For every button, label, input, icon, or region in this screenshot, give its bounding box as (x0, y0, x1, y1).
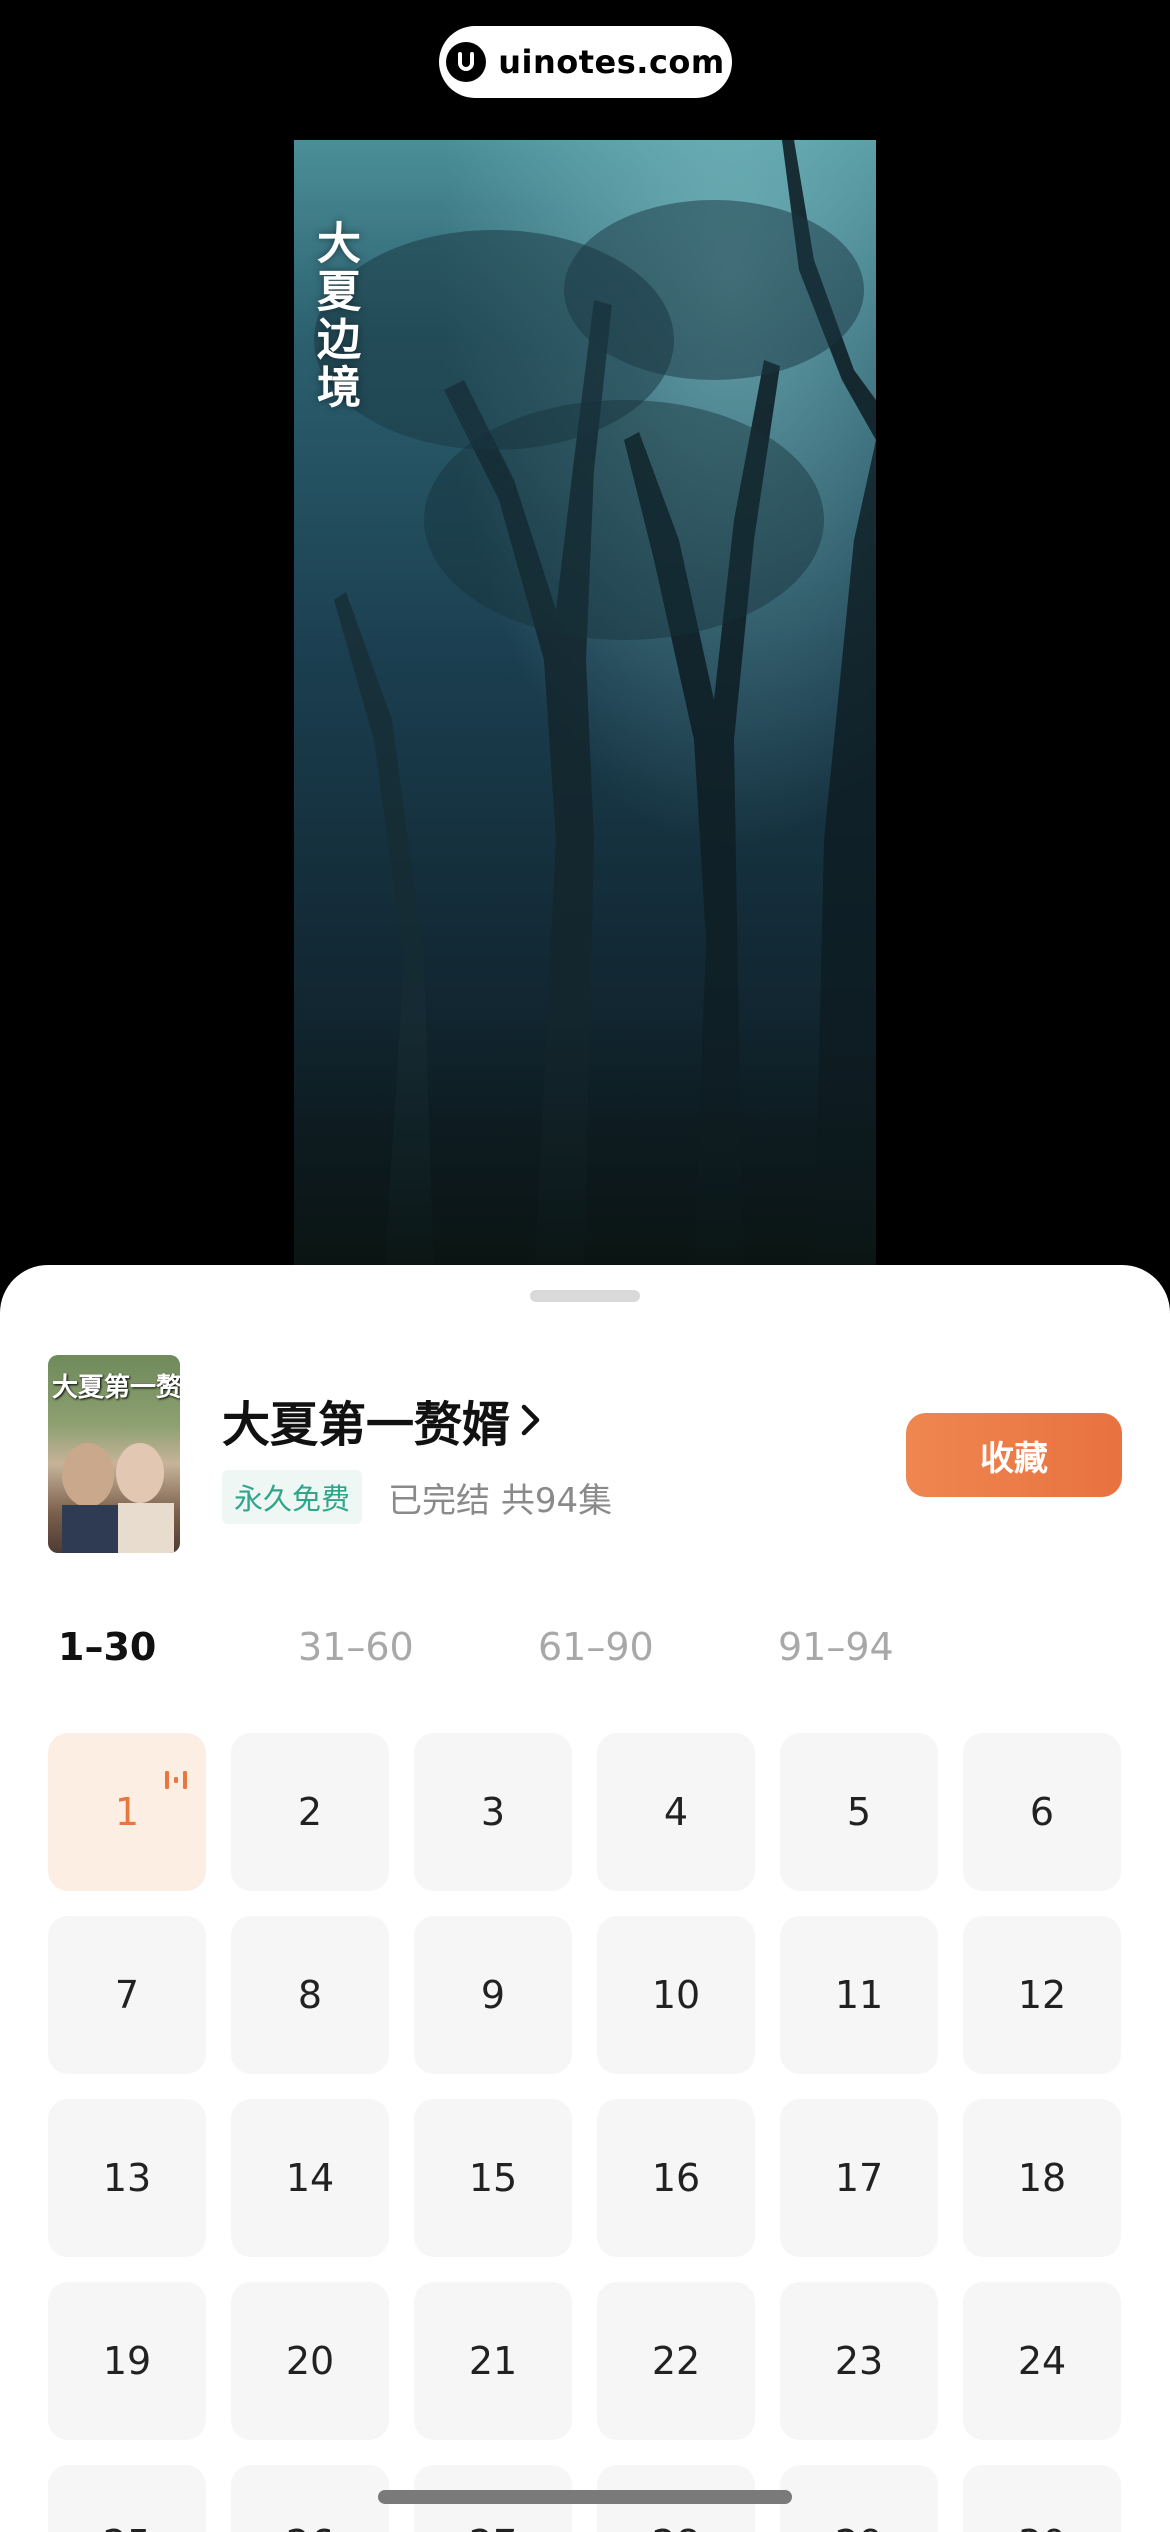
video-player[interactable]: 大夏边境 (294, 140, 876, 1280)
episode-tile[interactable]: 12 (963, 1916, 1121, 2074)
episode-tile[interactable]: 2 (231, 1733, 389, 1891)
free-badge: 永久免费 (222, 1470, 363, 1524)
episode-number: 13 (102, 2156, 152, 2200)
episode-range-tabs: 1–30 31–60 61–90 91–94 (58, 1625, 1018, 1669)
episode-number: 19 (102, 2339, 152, 2383)
home-indicator[interactable] (378, 2490, 792, 2504)
episode-tile[interactable]: 8 (231, 1916, 389, 2074)
episode-number: 7 (114, 1973, 140, 2017)
drama-poster[interactable]: 大夏第一赘婿 (48, 1355, 180, 1553)
episode-number: 11 (834, 1973, 884, 2017)
episode-tile[interactable]: 7 (48, 1916, 206, 2074)
episode-tile[interactable]: 26 (231, 2465, 389, 2532)
episode-number: 26 (286, 2522, 334, 2532)
episode-number: 16 (651, 2156, 701, 2200)
episode-number: 1 (114, 1790, 140, 1834)
episode-number: 30 (1018, 2522, 1066, 2532)
episode-tile[interactable]: 3 (414, 1733, 572, 1891)
episode-number: 25 (103, 2522, 151, 2532)
episode-tile[interactable]: 10 (597, 1916, 755, 2074)
episode-tile[interactable]: 6 (963, 1733, 1121, 1891)
episode-number: 15 (468, 2156, 518, 2200)
drag-handle[interactable] (530, 1290, 640, 1302)
episode-tile[interactable]: 16 (597, 2099, 755, 2257)
range-tab[interactable]: 61–90 (538, 1625, 778, 1669)
episode-sheet: 大夏第一赘婿 大夏第一赘婿 永久免费 已完结 共94集 收藏 1–3031–60… (0, 1265, 1170, 2532)
episode-tile[interactable]: 5 (780, 1733, 938, 1891)
episode-number: 5 (846, 1790, 872, 1834)
episode-tile[interactable]: 19 (48, 2282, 206, 2440)
episode-status: 已完结 共94集 (388, 1480, 613, 1521)
watermark-badge: uinotes.com (439, 26, 732, 98)
now-playing-icon (164, 1755, 188, 1789)
episode-number: 23 (834, 2339, 884, 2383)
episode-number: 21 (468, 2339, 518, 2383)
poster-title: 大夏第一赘婿 (52, 1373, 180, 1403)
episode-tile[interactable]: 20 (231, 2282, 389, 2440)
episode-tile[interactable]: 9 (414, 1916, 572, 2074)
drama-title: 大夏第一赘婿 (222, 1397, 511, 1453)
episode-number: 2 (297, 1790, 323, 1834)
forest-scene (294, 140, 876, 1280)
drama-title-link[interactable]: 大夏第一赘婿 (222, 1385, 556, 1455)
episode-number: 3 (480, 1790, 506, 1834)
range-tab[interactable]: 31–60 (298, 1625, 538, 1669)
episode-number: 12 (1017, 1973, 1067, 2017)
episode-number: 10 (651, 1973, 701, 2017)
episode-number: 14 (285, 2156, 335, 2200)
collect-button[interactable]: 收藏 (906, 1413, 1122, 1497)
episode-number: 9 (480, 1973, 506, 2017)
episode-number: 22 (651, 2339, 701, 2383)
episode-tile[interactable]: 4 (597, 1733, 755, 1891)
video-overlay-title: 大夏边境 (309, 220, 360, 412)
episode-number: 24 (1017, 2339, 1067, 2383)
episode-tile[interactable]: 25 (48, 2465, 206, 2532)
watermark-text: uinotes.com (498, 43, 725, 81)
drama-meta: 永久免费 已完结 共94集 (222, 1470, 612, 1524)
episode-tile[interactable]: 29 (780, 2465, 938, 2532)
episode-number: 29 (835, 2522, 883, 2532)
episode-number: 4 (663, 1790, 689, 1834)
episode-tile[interactable]: 14 (231, 2099, 389, 2257)
episode-number: 8 (297, 1973, 323, 2017)
episode-tile[interactable]: 22 (597, 2282, 755, 2440)
episode-number: 6 (1029, 1790, 1055, 1834)
episode-number: 27 (469, 2522, 517, 2532)
episode-tile[interactable]: 24 (963, 2282, 1121, 2440)
range-tab[interactable]: 91–94 (778, 1625, 1018, 1669)
episode-number: 20 (285, 2339, 335, 2383)
chevron-right-icon (520, 1398, 556, 1442)
episode-tile[interactable]: 13 (48, 2099, 206, 2257)
episode-tile[interactable]: 23 (780, 2282, 938, 2440)
episode-tile[interactable]: 30 (963, 2465, 1121, 2532)
episode-number: 28 (652, 2522, 700, 2532)
episode-number: 17 (834, 2156, 884, 2200)
episode-tile[interactable]: 18 (963, 2099, 1121, 2257)
episode-grid: 1234567891011121314151617181920212223242… (48, 1733, 1122, 2532)
episode-tile[interactable]: 11 (780, 1916, 938, 2074)
episode-tile-current[interactable]: 1 (48, 1733, 206, 1891)
episode-tile[interactable]: 17 (780, 2099, 938, 2257)
range-tab[interactable]: 1–30 (58, 1625, 298, 1669)
uinotes-logo-icon (446, 42, 487, 82)
episode-tile[interactable]: 15 (414, 2099, 572, 2257)
episode-tile[interactable]: 21 (414, 2282, 572, 2440)
episode-number: 18 (1017, 2156, 1067, 2200)
